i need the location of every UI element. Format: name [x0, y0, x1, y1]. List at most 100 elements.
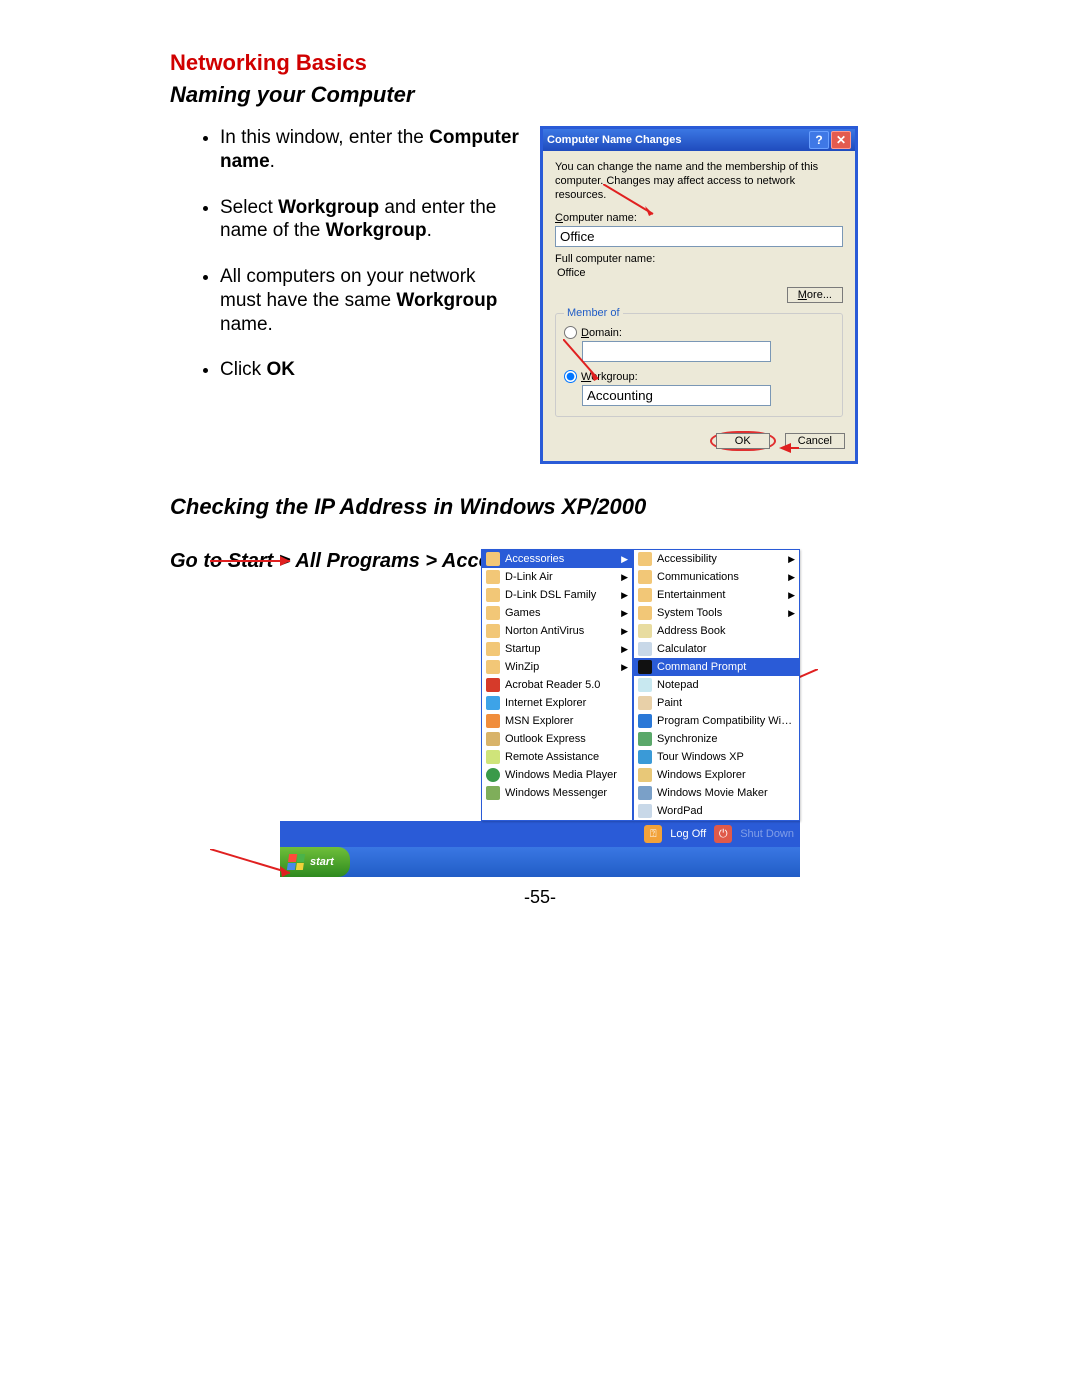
menu-item[interactable]: MSN Explorer [482, 712, 632, 730]
menu-item[interactable]: Norton AntiVirus▶ [482, 622, 632, 640]
menu-item-label: MSN Explorer [505, 715, 628, 727]
folder-icon [486, 642, 500, 656]
submenu-arrow-icon: ▶ [619, 572, 628, 583]
menu-item[interactable]: WinZip ▶ [482, 658, 632, 676]
computer-name-dialog: Computer Name Changes ? ✕ You can change… [540, 126, 858, 464]
instruction-list: In this window, enter the Computer name.… [170, 126, 520, 404]
menu-item[interactable]: Remote Assistance [482, 748, 632, 766]
menu-item-label: Paint [657, 697, 795, 709]
folder-icon [638, 606, 652, 620]
menu-item[interactable]: Games▶ [482, 604, 632, 622]
menu-item-label: Internet Explorer [505, 697, 628, 709]
submenu-arrow-icon: ▶ [619, 608, 628, 619]
shutdown-label[interactable]: Shut Down [740, 828, 794, 840]
text: In this window, enter the [220, 127, 429, 148]
bullet-1: In this window, enter the Computer name. [220, 126, 520, 174]
logoff-icon[interactable]: ⍰ [644, 825, 662, 843]
workgroup-input[interactable] [582, 385, 771, 406]
workgroup-radio-row[interactable]: Workgroup: [564, 370, 834, 383]
menu-item[interactable]: Address Book [634, 622, 799, 640]
accessories-submenu[interactable]: Accessibility ▶ Communications▶Entertainme… [633, 549, 800, 821]
menu-item[interactable]: Entertainment▶ [634, 586, 799, 604]
menu-item-label: Address Book [657, 625, 795, 637]
calc-icon [638, 642, 652, 656]
dialog-titlebar[interactable]: Computer Name Changes ? ✕ [543, 129, 855, 151]
text-bold: OK [266, 359, 295, 380]
cmd-icon [638, 660, 652, 674]
menu-item[interactable]: D-Link Air ▶ [482, 568, 632, 586]
taskbar[interactable]: start [280, 847, 800, 877]
menu-item[interactable]: Notepad [634, 676, 799, 694]
workgroup-radio[interactable] [564, 370, 577, 383]
menu-item[interactable]: Startup▶ [482, 640, 632, 658]
menu-item-label: Acrobat Reader 5.0 [505, 679, 628, 691]
folder-icon [486, 624, 500, 638]
book-icon [638, 624, 652, 638]
submenu-arrow-icon: ▶ [619, 662, 628, 673]
menu-item[interactable]: Windows Movie Maker [634, 784, 799, 802]
menu-item-label: Norton AntiVirus [505, 625, 614, 637]
menu-item[interactable]: D-Link DSL Family▶ [482, 586, 632, 604]
folder-icon [486, 570, 500, 584]
menu-item[interactable]: Accessibility ▶ [634, 550, 799, 568]
start-label: start [310, 856, 334, 868]
menu-item-label: Tour Windows XP [657, 751, 795, 763]
menu-item[interactable]: Windows Explorer [634, 766, 799, 784]
wiz-icon [638, 714, 652, 728]
ok-button[interactable]: OK [716, 433, 770, 449]
menu-item-label: Outlook Express [505, 733, 628, 745]
oe-icon [486, 732, 500, 746]
menu-item[interactable]: System Tools▶ [634, 604, 799, 622]
menu-item-label: Accessories [505, 553, 614, 565]
bullet-4: Click OK [220, 358, 520, 382]
menu-item[interactable]: Windows Media Player [482, 766, 632, 784]
close-icon[interactable]: ✕ [831, 131, 851, 149]
mov-icon [638, 786, 652, 800]
menu-item-label: Accessibility [657, 553, 781, 565]
page-title: Networking Basics [170, 50, 910, 76]
word-icon [638, 804, 652, 818]
logoff-label[interactable]: Log Off [670, 828, 706, 840]
submenu-arrow-icon: ▶ [786, 608, 795, 619]
programs-menu[interactable]: Accessories▶D-Link Air▶D-Link DSL Family… [481, 549, 633, 821]
page-subtitle: Naming your Computer [170, 82, 910, 108]
wmp-icon [486, 768, 500, 782]
menu-item-label: WordPad [657, 805, 795, 817]
domain-radio-row[interactable]: Domain: [564, 326, 834, 339]
computer-name-label: Computer name: [555, 212, 843, 224]
wm-icon [486, 786, 500, 800]
cancel-button[interactable]: Cancel [785, 433, 845, 449]
folder-icon [638, 570, 652, 584]
submenu-arrow-icon: ▶ [619, 644, 628, 655]
domain-radio[interactable] [564, 326, 577, 339]
computer-name-input[interactable] [555, 226, 843, 247]
menu-item[interactable]: Accessories▶ [482, 550, 632, 568]
folder-icon [638, 588, 652, 602]
menu-item-label: D-Link Air [505, 571, 614, 583]
menu-item[interactable]: Calculator [634, 640, 799, 658]
menu-item-label: WinZip [505, 661, 614, 673]
menu-item[interactable]: Outlook Express [482, 730, 632, 748]
menu-item-label: Remote Assistance [505, 751, 628, 763]
submenu-arrow-icon: ▶ [786, 554, 795, 565]
text: Select [220, 197, 278, 218]
menu-item[interactable]: Windows Messenger [482, 784, 632, 802]
start-menu-footer: ⍰ Log Off ⏻ Shut Down [280, 821, 800, 847]
text-bold: Workgroup [326, 220, 427, 241]
menu-item[interactable]: Communications▶ [634, 568, 799, 586]
menu-item[interactable]: Internet Explorer [482, 694, 632, 712]
menu-item[interactable]: WordPad [634, 802, 799, 820]
help-icon[interactable]: ? [809, 131, 829, 149]
domain-input[interactable] [582, 341, 771, 362]
windows-logo-icon [287, 854, 305, 870]
more-button[interactable]: More... [787, 287, 843, 303]
menu-item[interactable]: Acrobat Reader 5.0 [482, 676, 632, 694]
menu-item[interactable]: Synchronize [634, 730, 799, 748]
text: Click [220, 359, 266, 380]
shutdown-icon[interactable]: ⏻ [714, 825, 732, 843]
folder-icon [486, 660, 500, 674]
menu-item[interactable]: Paint [634, 694, 799, 712]
menu-item[interactable]: Tour Windows XP [634, 748, 799, 766]
menu-item[interactable]: Command Prompt [634, 658, 799, 676]
menu-item[interactable]: Program Compatibility Wizard [634, 712, 799, 730]
